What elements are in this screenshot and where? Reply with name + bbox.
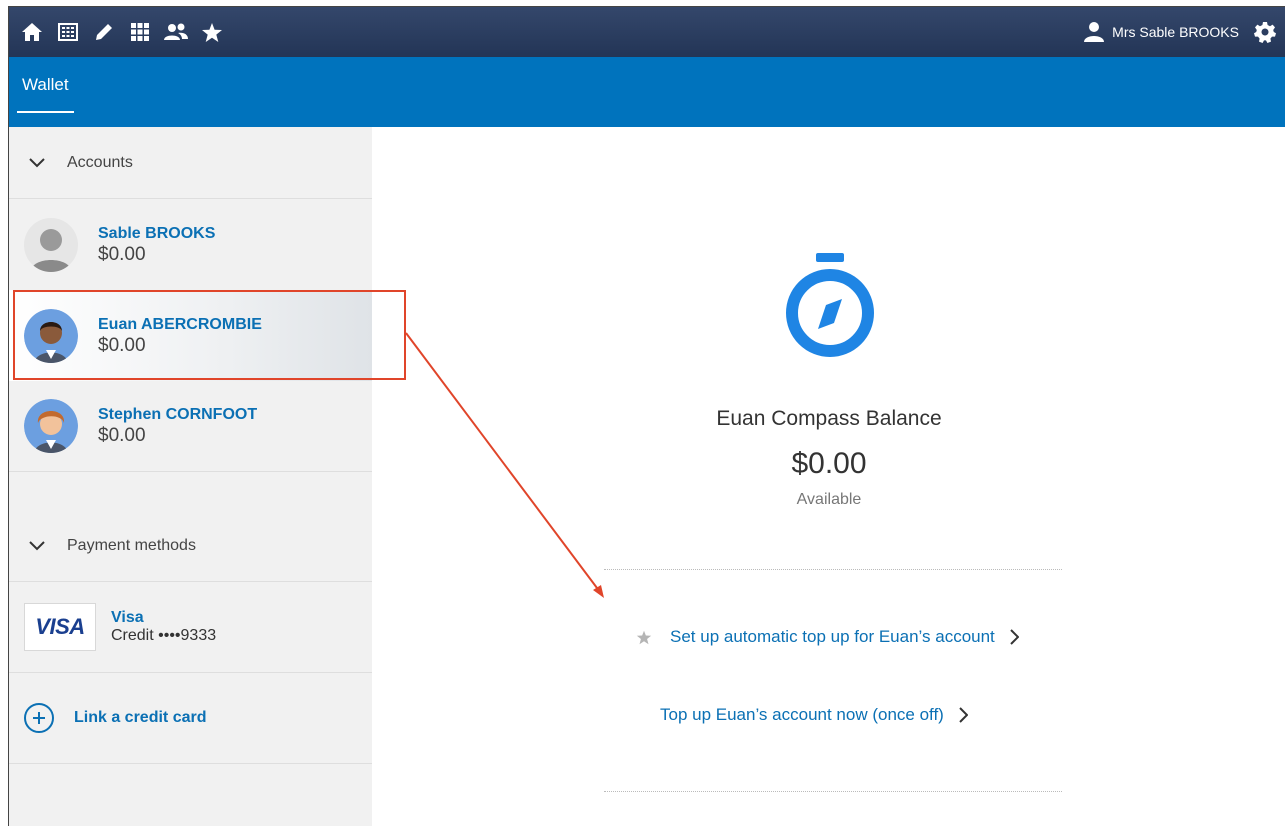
divider <box>604 791 1062 792</box>
main-panel: Euan Compass Balance $0.00 Available Set… <box>372 127 1285 826</box>
grid-icon[interactable] <box>122 7 158 57</box>
calendar-icon[interactable] <box>50 7 86 57</box>
app-window: Mrs Sable BROOKS Wallet Accounts Sable B… <box>8 6 1285 826</box>
link-card-label: Link a credit card <box>74 709 207 726</box>
user-name: Mrs Sable BROOKS <box>1112 24 1239 40</box>
pencil-icon[interactable] <box>86 7 122 57</box>
once-off-top-up-label: Top up Euan’s account now (once off) <box>660 705 944 724</box>
auto-top-up-link[interactable]: Set up automatic top up for Euan’s accou… <box>622 627 1019 647</box>
tab-wallet[interactable]: Wallet <box>17 75 74 113</box>
sidebar: Accounts Sable BROOKS $0.00 Euan ABERCRO… <box>9 127 402 826</box>
payment-detail: Credit ••••9333 <box>111 627 217 644</box>
home-icon[interactable] <box>14 7 50 57</box>
accounts-section-header[interactable]: Accounts <box>9 127 372 199</box>
user-menu[interactable]: Mrs Sable BROOKS <box>1084 21 1239 43</box>
account-balance: $0.00 <box>98 425 146 446</box>
payment-method-visa[interactable]: VISA Visa Credit ••••9333 <box>9 582 372 673</box>
tab-strip: Wallet <box>9 57 1285 127</box>
stopwatch-icon <box>782 253 878 368</box>
top-nav-bar: Mrs Sable BROOKS <box>9 7 1285 57</box>
chevron-down-icon <box>29 540 45 550</box>
people-icon[interactable] <box>158 7 194 57</box>
account-balance: $0.00 <box>98 334 146 356</box>
auto-top-up-label: Set up automatic top up for Euan’s accou… <box>670 627 995 646</box>
balance-title: Euan Compass Balance <box>716 407 942 430</box>
account-name: Stephen CORNFOOT <box>98 406 258 423</box>
account-balance: $0.00 <box>98 243 146 265</box>
avatar <box>24 308 78 363</box>
avatar <box>24 399 78 453</box>
chevron-right-icon <box>959 707 968 723</box>
star-icon <box>636 630 652 644</box>
account-name: Sable BROOKS <box>98 224 216 242</box>
once-off-top-up-link[interactable]: Top up Euan’s account now (once off) <box>660 705 968 725</box>
account-name: Euan ABERCROMBIE <box>98 315 262 333</box>
payment-title: Visa <box>111 609 144 626</box>
plus-circle-icon <box>24 703 54 733</box>
account-item-euan[interactable]: Euan ABERCROMBIE $0.00 <box>9 290 402 381</box>
user-icon <box>1084 22 1105 42</box>
visa-logo: VISA <box>24 603 96 651</box>
star-icon[interactable] <box>194 7 230 57</box>
payment-methods-section-header[interactable]: Payment methods <box>9 510 372 582</box>
chevron-right-icon <box>1010 629 1019 645</box>
avatar <box>24 217 78 272</box>
accounts-header-label: Accounts <box>67 153 133 171</box>
chevron-down-icon <box>29 157 45 167</box>
gear-icon[interactable] <box>1251 7 1279 57</box>
balance-status: Available <box>796 491 862 508</box>
link-credit-card-button[interactable]: Link a credit card <box>9 673 372 764</box>
payment-header-label: Payment methods <box>67 536 196 554</box>
divider <box>604 569 1062 570</box>
account-item-sable[interactable]: Sable BROOKS $0.00 <box>9 199 372 290</box>
account-item-stephen[interactable]: Stephen CORNFOOT $0.00 <box>9 381 372 472</box>
balance-value: $0.00 <box>791 447 867 480</box>
